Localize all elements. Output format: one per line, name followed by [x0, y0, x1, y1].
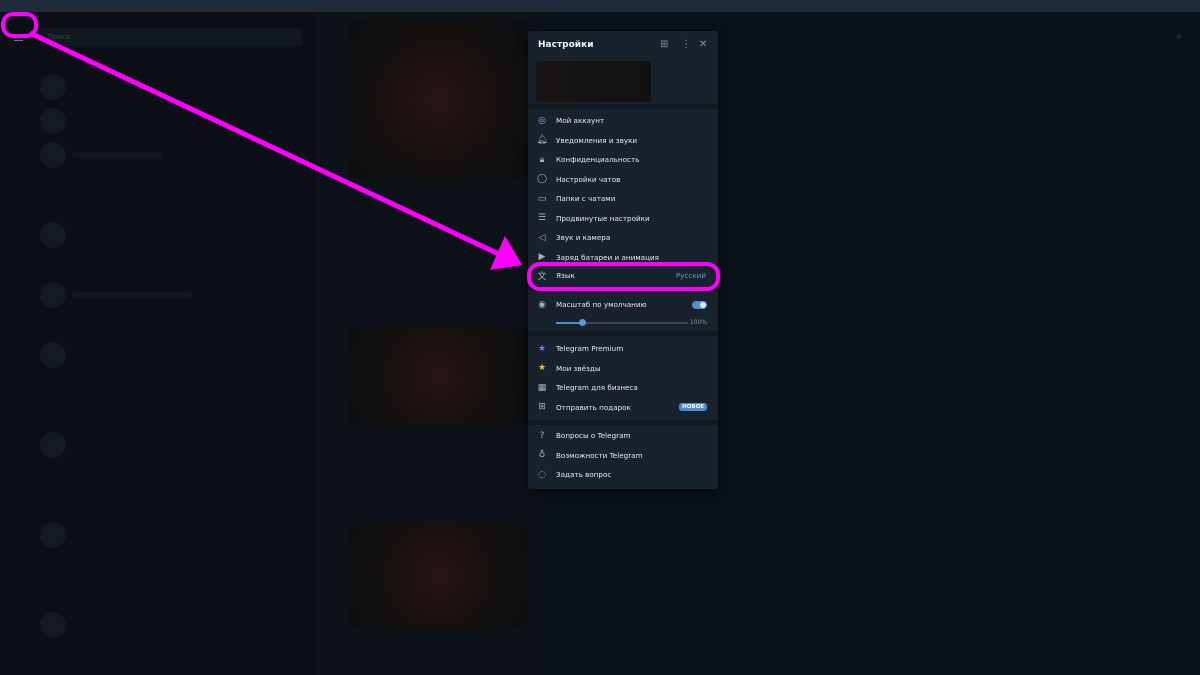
star-icon: ★: [537, 363, 547, 373]
window-title-bar: [0, 0, 1200, 12]
chat-preview: [72, 152, 162, 158]
battery-icon: ▶: [538, 252, 546, 262]
item-label: Продвинутые настройки: [556, 213, 650, 223]
profile-photo[interactable]: [536, 61, 651, 102]
chat-avatar[interactable]: [40, 522, 66, 548]
chat-bubble-icon: ◯: [536, 174, 548, 184]
settings-item[interactable]: ▦ Telegram для бизнеса: [528, 378, 718, 397]
divider: [528, 104, 718, 109]
chat-avatar[interactable]: [40, 432, 66, 458]
translate-icon: 文: [537, 272, 547, 282]
divider: [528, 420, 718, 425]
chat-preview: [72, 292, 192, 298]
item-label: Отправить подарок: [556, 402, 631, 412]
item-label: Возможности Telegram: [556, 450, 643, 460]
scale-percent: 100%: [689, 319, 707, 326]
account-icon: ◎: [538, 115, 546, 126]
close-icon[interactable]: ✕: [699, 39, 707, 50]
settings-title: Настройки: [538, 40, 594, 50]
scale-toggle[interactable]: [692, 300, 707, 309]
chat-list-panel: Поиск: [0, 12, 315, 675]
lock-icon: 🔒︎: [539, 154, 545, 165]
item-label: Задать вопрос: [556, 470, 612, 479]
item-label: Заряд батареи и анимация: [556, 252, 659, 262]
item-label: Настройки чатов: [556, 174, 621, 184]
item-label: Мои звёзды: [556, 363, 601, 373]
settings-item[interactable]: ▭ Папки с чатами: [528, 189, 718, 208]
sliders-icon: ☰: [537, 213, 547, 223]
item-label: Масштаб по умолчанию: [556, 300, 647, 309]
settings-item[interactable]: ◌ Задать вопрос: [528, 465, 718, 484]
new-badge: НОВОЕ: [679, 403, 707, 411]
item-label: Мой аккаунт: [556, 116, 605, 125]
chat-avatar[interactable]: [40, 142, 66, 168]
folder-icon: ▭: [537, 193, 547, 204]
scale-slider[interactable]: [556, 319, 688, 326]
item-label: Telegram Premium: [556, 344, 624, 353]
chat-avatar[interactable]: [40, 74, 66, 100]
chat-avatar[interactable]: [40, 612, 66, 638]
settings-item[interactable]: ★ Мои звёзды: [528, 359, 718, 378]
item-label: Папки с чатами: [556, 194, 616, 203]
settings-item[interactable]: ▶ Заряд батареи и анимация: [528, 248, 718, 267]
settings-item[interactable]: ◎ Мой аккаунт: [528, 111, 718, 130]
qr-code-icon[interactable]: ⊞: [660, 39, 668, 50]
settings-item[interactable]: ☰ Продвинутые настройки: [528, 209, 718, 228]
language-value: Русский: [675, 271, 706, 280]
settings-item[interactable]: ⊞ Отправить подарок НОВОЕ: [528, 398, 718, 417]
premium-star-icon: ★: [537, 343, 547, 354]
settings-item[interactable]: ◯ Настройки чатов: [528, 170, 718, 189]
media-preview[interactable]: [348, 522, 528, 628]
settings-item[interactable]: 🔔︎ Уведомления и звуки: [528, 131, 718, 150]
chat-question-icon: ◌: [538, 469, 546, 480]
item-label: Конфиденциальность: [556, 155, 640, 164]
search-input[interactable]: Поиск: [40, 28, 302, 46]
settings-item[interactable]: ? Вопросы о Telegram: [528, 426, 718, 445]
chat-avatar[interactable]: [40, 342, 66, 368]
settings-item[interactable]: ♁ Возможности Telegram: [528, 446, 718, 465]
divider: [528, 331, 718, 336]
question-icon: ?: [539, 430, 545, 441]
divider: [528, 287, 718, 291]
store-icon: ▦: [537, 382, 547, 393]
settings-item[interactable]: ◁ Звук и камера: [528, 228, 718, 247]
item-label: Звук и камера: [556, 233, 611, 242]
hamburger-menu-button[interactable]: [8, 29, 28, 45]
slider-knob[interactable]: [579, 319, 587, 326]
speaker-icon: ◁: [538, 232, 546, 243]
settings-item[interactable]: ★ Telegram Premium: [528, 339, 718, 358]
eye-icon: ◉: [538, 299, 546, 310]
item-label: Язык: [556, 271, 575, 280]
gift-icon: ⊞: [538, 402, 546, 412]
media-preview[interactable]: [348, 326, 528, 426]
more-options-icon[interactable]: ⋮: [681, 39, 691, 50]
item-label: Telegram для бизнеса: [556, 383, 638, 392]
chat-avatar[interactable]: [40, 108, 66, 134]
bell-icon: 🔔︎: [536, 135, 548, 145]
settings-item-language[interactable]: 文 Язык Русский: [528, 266, 718, 285]
chat-avatar[interactable]: [40, 282, 66, 308]
settings-item[interactable]: 🔒︎ Конфиденциальность: [528, 150, 718, 169]
settings-panel: Настройки ⊞ ⋮ ✕ ◎ Мой аккаунт 🔔︎ Уведомлени…: [528, 31, 718, 489]
item-label: Уведомления и звуки: [556, 135, 638, 145]
media-preview[interactable]: [348, 20, 528, 180]
item-label: Вопросы о Telegram: [556, 431, 631, 440]
chat-avatar[interactable]: [40, 222, 66, 248]
search-icon[interactable]: ⌕: [1176, 31, 1182, 42]
lightbulb-icon: ♁: [538, 450, 546, 460]
settings-item-default-scale[interactable]: ◉ Масштаб по умолчанию: [528, 295, 718, 314]
